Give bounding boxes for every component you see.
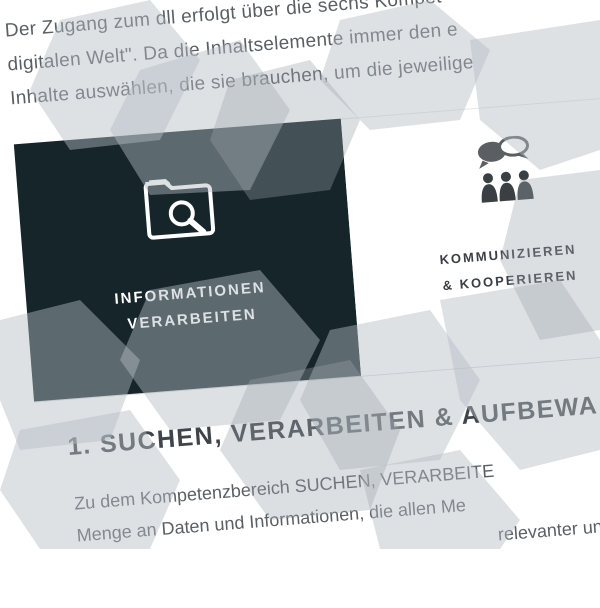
tile-informationen-verarbeiten[interactable]: INFORMATIONEN VERARBEITEN xyxy=(13,118,362,402)
tile-label: KOMMUNIZIEREN & KOOPERIEREN xyxy=(352,230,600,306)
tile-kommunizieren-kooperieren[interactable]: KOMMUNIZIEREN & KOOPERIEREN xyxy=(340,94,600,376)
page-content: Der Zugang zum dll erfolgt über die sech… xyxy=(0,0,600,608)
section-body: Zu dem Kompetenzbereich SUCHEN, VERARBEI… xyxy=(73,438,600,584)
section-heading: 1. SUCHEN, VERARBEITEN & AUFBEWA xyxy=(66,391,600,461)
tile-label: INFORMATIONEN VERARBEITEN xyxy=(26,268,357,346)
intro-paragraph: Der Zugang zum dll erfolgt über die sech… xyxy=(4,0,600,116)
folder-search-icon xyxy=(143,179,216,240)
competence-tiles: INFORMATIONEN VERARBEITEN KOMMUNIZIEREN … xyxy=(13,94,600,403)
people-chat-icon xyxy=(477,135,534,203)
